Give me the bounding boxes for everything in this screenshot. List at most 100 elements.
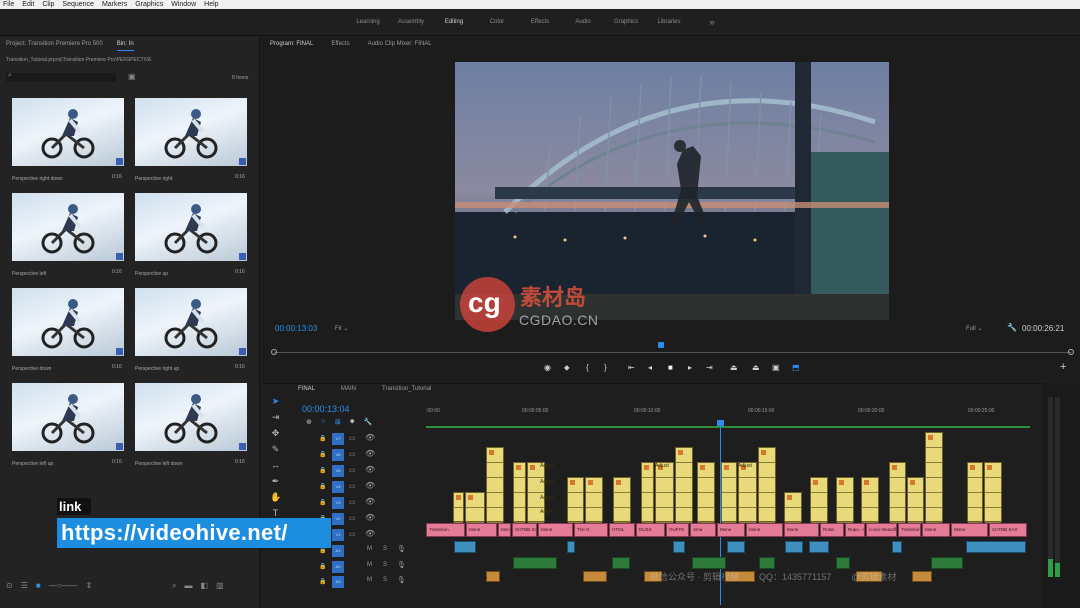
video-clip[interactable] xyxy=(984,462,1002,523)
timeline-timecode[interactable]: 00:00:13:04 xyxy=(302,404,350,414)
transition-clip[interactable]: Rupo - A xyxy=(845,523,865,537)
go-to-in-icon[interactable]: ⇤ xyxy=(628,363,635,372)
list-view-icon[interactable]: ☰ xyxy=(21,581,28,590)
scrub-start-handle[interactable] xyxy=(271,349,277,355)
new-bin-icon[interactable]: ▣ xyxy=(128,72,136,81)
marker-icon[interactable]: ◉ xyxy=(544,363,551,372)
track-header[interactable]: 🔒 V6 ▭ 👁 xyxy=(301,449,423,462)
video-clip[interactable] xyxy=(453,492,464,523)
audio-clip[interactable] xyxy=(583,571,607,582)
track-target[interactable]: A1 xyxy=(332,545,344,557)
snap-icon[interactable]: ∩ xyxy=(321,418,326,426)
step-forward-icon[interactable]: ▸ xyxy=(688,363,692,372)
transition-clip[interactable]: Mone xyxy=(498,523,511,537)
toggle-output-icon[interactable]: ▭ xyxy=(349,450,356,458)
lock-icon[interactable]: 🔒 xyxy=(319,451,326,458)
bin-thumbnail[interactable] xyxy=(135,383,247,451)
video-clip[interactable] xyxy=(967,462,983,523)
track-target[interactable]: A3 xyxy=(332,576,344,588)
microphone-icon[interactable]: 🎙 xyxy=(397,576,406,584)
playhead-handle[interactable] xyxy=(717,420,724,426)
toggle-output-icon[interactable]: ▭ xyxy=(349,434,356,442)
workspace-tab[interactable]: Editing xyxy=(433,19,476,25)
add-button-icon[interactable]: + xyxy=(1060,361,1066,373)
menu-item[interactable]: Window xyxy=(171,0,196,9)
razor-icon[interactable]: ✎ xyxy=(270,444,281,455)
transition-clip[interactable]: Mone xyxy=(746,523,783,537)
toggle-output-icon[interactable]: ▭ xyxy=(349,514,356,522)
workspace-tab[interactable]: Libraries xyxy=(648,19,691,25)
audio-clip[interactable] xyxy=(673,541,685,553)
transition-clip[interactable]: OUFFE xyxy=(666,523,689,537)
lock-icon[interactable]: 🔒 xyxy=(319,547,326,554)
slip-tool-icon[interactable]: ↔ xyxy=(270,460,281,471)
lock-icon[interactable]: 🔒 xyxy=(319,499,326,506)
folder-icon[interactable]: ▬ xyxy=(184,581,192,591)
menu-item[interactable]: Sequence xyxy=(62,0,94,9)
tab-program[interactable]: Program: FINAL xyxy=(270,37,313,51)
workspace-tab[interactable]: Color xyxy=(476,19,519,25)
track-target[interactable]: A2 xyxy=(332,561,344,573)
video-clip[interactable] xyxy=(721,462,737,523)
add-marker-icon[interactable]: ⬥ xyxy=(350,418,355,426)
audio-clip[interactable] xyxy=(892,541,902,553)
lock-icon[interactable]: 🔒 xyxy=(319,483,326,490)
audio-clip[interactable] xyxy=(836,557,850,569)
toggle-output-icon[interactable]: ▭ xyxy=(349,530,356,538)
transition-clip[interactable]: Mone xyxy=(951,523,988,537)
export-frame-icon[interactable]: ▣ xyxy=(772,363,780,372)
track-header[interactable]: 🔒 V3 ▭ 👁 xyxy=(301,497,423,510)
extract-icon[interactable]: ⏏ xyxy=(752,363,760,372)
video-clip[interactable] xyxy=(486,447,504,523)
transition-clip[interactable]: CHTBB SAX xyxy=(989,523,1027,537)
lock-icon[interactable]: 🔒 xyxy=(319,467,326,474)
eye-icon[interactable]: 👁 xyxy=(365,497,375,506)
transition-clip[interactable]: Iconic Beautiful xyxy=(866,523,897,537)
microphone-icon[interactable]: 🎙 xyxy=(397,545,406,553)
tab-audio-mixer[interactable]: Audio Clip Mixer: FINAL xyxy=(368,37,432,51)
menu-item[interactable]: Graphics xyxy=(135,0,163,9)
mute-icon[interactable]: M xyxy=(367,562,372,568)
transition-clip[interactable]: CHTBB SAX xyxy=(512,523,537,537)
lock-icon[interactable]: 🔒 xyxy=(319,435,326,442)
audio-clip[interactable] xyxy=(727,541,745,553)
transition-clip[interactable]: Mone xyxy=(717,523,745,537)
bin-thumbnail[interactable] xyxy=(135,193,247,261)
lock-icon[interactable]: ⊙ xyxy=(6,581,13,590)
hand-icon[interactable]: ✋ xyxy=(270,492,281,503)
transition-clip[interactable]: Mone xyxy=(538,523,573,537)
settings-wrench-icon[interactable]: 🔧 xyxy=(364,418,373,426)
icon-view-icon[interactable]: ■ xyxy=(36,581,41,590)
playhead-marker[interactable] xyxy=(658,342,664,348)
solo-icon[interactable]: S xyxy=(383,562,387,568)
transition-clip[interactable]: Mone xyxy=(466,523,497,537)
playhead-timecode[interactable]: 00:00:13:03 xyxy=(275,324,317,333)
wrench-icon[interactable]: 🔧 xyxy=(1007,323,1017,332)
audio-clip[interactable] xyxy=(966,541,1026,553)
video-clip[interactable] xyxy=(641,462,654,523)
transition-clip[interactable]: Mone xyxy=(922,523,950,537)
comparison-view-icon[interactable]: ⬒ xyxy=(792,363,800,372)
add-marker-icon[interactable]: ⬥ xyxy=(564,363,570,373)
new-item-icon[interactable]: ◧ xyxy=(200,581,208,591)
video-clip[interactable] xyxy=(585,477,603,523)
video-clip[interactable] xyxy=(613,477,631,523)
eye-icon[interactable]: 👁 xyxy=(365,449,375,458)
transition-clip[interactable]: The O xyxy=(574,523,608,537)
audio-clip[interactable] xyxy=(785,541,803,553)
scrub-end-handle[interactable] xyxy=(1068,349,1074,355)
video-clip[interactable] xyxy=(925,432,943,523)
mark-out-icon[interactable]: } xyxy=(604,363,607,372)
workspace-tab[interactable]: Graphics xyxy=(605,19,648,25)
track-select-icon[interactable]: ⇥ xyxy=(270,412,281,423)
mute-icon[interactable]: M xyxy=(367,546,372,552)
scrub-bar[interactable] xyxy=(274,352,1072,353)
workspace-tab[interactable]: Assembly xyxy=(390,19,433,25)
solo-icon[interactable]: S xyxy=(383,546,387,552)
video-clip[interactable] xyxy=(675,447,693,523)
video-clip[interactable] xyxy=(907,477,924,523)
video-clip[interactable] xyxy=(836,477,854,523)
video-clip[interactable] xyxy=(889,462,906,523)
mark-in-icon[interactable]: { xyxy=(586,363,589,372)
tab-final[interactable]: FINAL xyxy=(298,386,315,392)
